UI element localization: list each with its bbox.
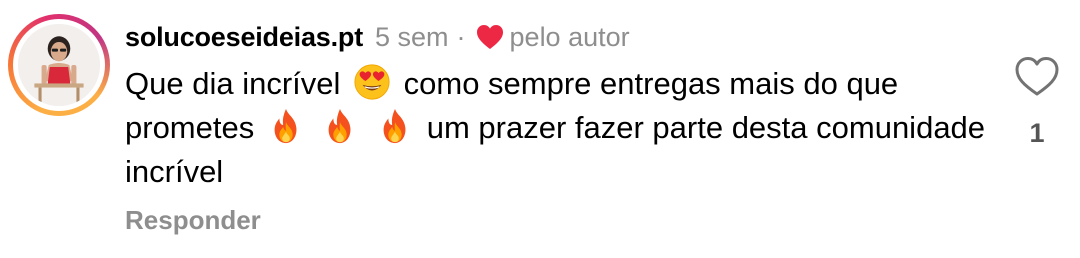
comment-text-part: Que dia incrível: [125, 66, 341, 101]
username-link[interactable]: solucoeseideias.pt: [125, 22, 363, 53]
heart-eyes-emoji: [353, 63, 391, 101]
separator-dot: ·: [456, 21, 466, 52]
like-count: 1: [1029, 118, 1045, 148]
fire-emoji: [267, 107, 305, 145]
fire-emoji: [376, 107, 414, 145]
heart-filled-icon: [476, 24, 504, 50]
heart-outline-icon[interactable]: [1014, 55, 1060, 97]
reply-button[interactable]: Responder: [125, 205, 261, 236]
profile-photo-avatar: [18, 24, 100, 106]
comment-header: solucoeseideias.pt 5 sem · pelo autor: [125, 19, 630, 55]
fire-emoji: [321, 107, 359, 145]
comment-text-part: um prazer fazer parte desta comunidade i…: [125, 110, 986, 189]
profile-photo: [18, 24, 100, 106]
liked-by-author-label: pelo autor: [509, 21, 630, 52]
avatar-border: [13, 19, 105, 111]
comment-text: Que dia incrível como sempre entregas ma…: [125, 62, 1005, 194]
avatar[interactable]: [8, 14, 110, 116]
timestamp: 5 sem: [375, 21, 449, 52]
